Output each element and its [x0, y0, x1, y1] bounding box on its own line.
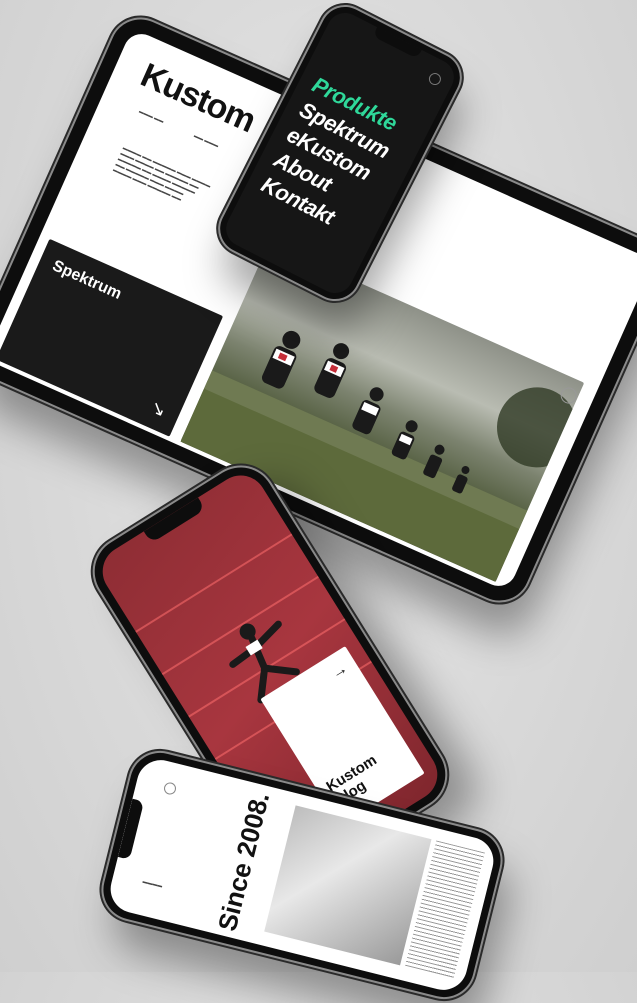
menu-circle-button[interactable]	[162, 781, 178, 796]
brand-logo[interactable]: Kustom	[135, 56, 261, 141]
nav-text-2: ▬▬ ▬▬▬	[192, 132, 220, 150]
phone-notch	[117, 798, 145, 860]
since-headline: Since 2008.	[211, 789, 276, 934]
nav-text-1: ▬▬▬ ▬▬	[137, 108, 165, 125]
nav-label: ▬▬▬▬	[141, 878, 163, 890]
bw-portrait-photo	[264, 805, 432, 966]
arrow-right-icon: →	[328, 659, 351, 683]
spektrum-card[interactable]: Spektrum ↘	[0, 238, 224, 437]
phone-notch	[143, 497, 206, 544]
spektrum-card-label: Spektrum	[49, 257, 125, 303]
phone-notch	[372, 27, 422, 59]
close-menu-button[interactable]	[426, 70, 443, 88]
arrow-down-right-icon: ↘	[147, 396, 170, 421]
